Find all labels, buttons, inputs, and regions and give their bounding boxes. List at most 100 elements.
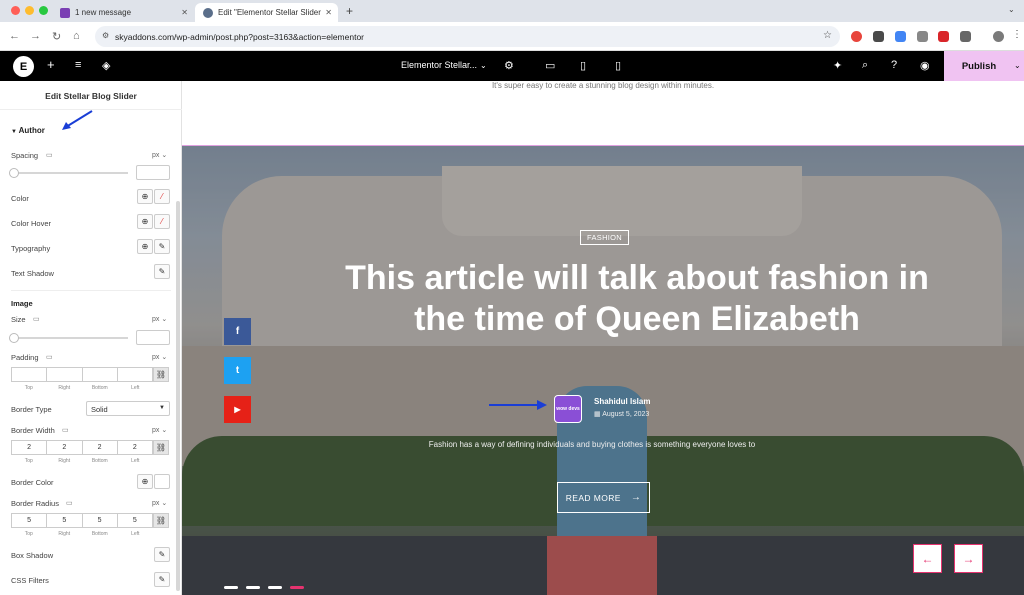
- color-hover-picker-button[interactable]: ⁄: [154, 214, 170, 229]
- color-picker-button[interactable]: ⁄: [154, 189, 170, 204]
- site-info-icon[interactable]: ⚙: [102, 31, 109, 40]
- desktop-responsive-icon[interactable]: ▭: [46, 353, 53, 361]
- puzzle-extension-icon[interactable]: [960, 31, 971, 42]
- slider-knob[interactable]: [9, 168, 19, 178]
- size-unit-select[interactable]: px ⌄: [152, 315, 167, 323]
- edit-pencil-icon[interactable]: ✎: [154, 239, 170, 254]
- border-radius-right-input[interactable]: 5: [46, 513, 82, 528]
- border-radius-left-input[interactable]: 5: [116, 513, 153, 528]
- link-values-icon[interactable]: ⛓: [153, 513, 169, 528]
- menu-dots-icon[interactable]: ⋮: [1012, 29, 1022, 40]
- border-radius-bottom-input[interactable]: 5: [81, 513, 117, 528]
- structure-layers-icon[interactable]: ◈: [102, 59, 110, 72]
- size-slider[interactable]: [9, 333, 128, 343]
- bookmark-star-icon[interactable]: ☆: [823, 30, 832, 41]
- globe-icon[interactable]: ⊕: [137, 189, 153, 204]
- translate-extension-icon[interactable]: [895, 31, 906, 42]
- forward-icon[interactable]: →: [30, 30, 41, 42]
- globe-icon[interactable]: ⊕: [137, 214, 153, 229]
- page-settings-gear-icon[interactable]: ⚙: [504, 59, 514, 72]
- add-element-icon[interactable]: +: [47, 57, 55, 72]
- tab-list-chevron-icon[interactable]: ⌄: [1008, 5, 1015, 14]
- spacing-slider[interactable]: [9, 168, 128, 178]
- close-tab-icon[interactable]: ✕: [325, 8, 332, 17]
- tablet-view-icon[interactable]: ▯: [580, 59, 586, 72]
- border-radius-unit-select[interactable]: px ⌄: [152, 499, 167, 507]
- padding-right-input[interactable]: [46, 367, 82, 382]
- page-title[interactable]: Elementor Stellar...: [401, 60, 477, 70]
- publish-options-chevron-icon[interactable]: ⌄: [1014, 51, 1024, 81]
- slide-title[interactable]: This article will talk about fashion in …: [332, 258, 942, 340]
- youtube-icon[interactable]: ▶: [224, 396, 251, 423]
- desktop-view-icon[interactable]: ▭: [545, 59, 555, 72]
- elementor-logo-icon[interactable]: E: [13, 56, 34, 77]
- desktop-responsive-icon[interactable]: ▭: [33, 315, 40, 323]
- url-field[interactable]: ⚙ skyaddons.com/wp-admin/post.php?post=3…: [95, 26, 840, 47]
- prev-slide-button[interactable]: ←: [913, 544, 942, 573]
- minimize-window-button[interactable]: [25, 6, 34, 15]
- border-radius-top-input[interactable]: 5: [11, 513, 47, 528]
- site-settings-icon[interactable]: ≡: [75, 59, 81, 71]
- border-width-inputs[interactable]: 2 2 2 2: [11, 440, 153, 455]
- twitter-icon[interactable]: t: [224, 357, 251, 384]
- edit-pencil-icon[interactable]: ✎: [154, 547, 170, 562]
- mobile-view-icon[interactable]: ▯: [615, 59, 621, 72]
- desktop-responsive-icon[interactable]: ▭: [66, 499, 73, 507]
- back-icon[interactable]: ←: [9, 30, 20, 42]
- publish-button[interactable]: Publish: [944, 51, 1014, 81]
- border-color-swatch[interactable]: [154, 474, 170, 489]
- border-type-select[interactable]: Solid ▼: [86, 401, 170, 416]
- slider-dot[interactable]: [246, 586, 260, 589]
- preview-eye-icon[interactable]: ◉: [920, 59, 930, 72]
- padding-left-input[interactable]: [116, 367, 153, 382]
- author-avatar[interactable]: wow devs: [554, 395, 582, 423]
- new-tab-button[interactable]: +: [346, 4, 353, 18]
- border-width-unit-select[interactable]: px ⌄: [152, 426, 167, 434]
- slider-dot-active[interactable]: [290, 586, 304, 589]
- border-width-top-input[interactable]: 2: [11, 440, 47, 455]
- font-extension-icon[interactable]: [938, 31, 949, 42]
- border-width-right-input[interactable]: 2: [46, 440, 82, 455]
- profile-avatar-icon[interactable]: [993, 31, 1004, 42]
- border-width-bottom-input[interactable]: 2: [81, 440, 117, 455]
- link-values-icon[interactable]: ⛓: [153, 440, 169, 455]
- chrome-extension-icon[interactable]: [851, 31, 862, 42]
- panel-scrollbar[interactable]: [176, 201, 180, 591]
- padding-bottom-input[interactable]: [81, 367, 117, 382]
- spacing-input[interactable]: [136, 165, 170, 180]
- close-tab-icon[interactable]: ✕: [181, 8, 188, 17]
- tab-elementor[interactable]: Edit "Elementor Stellar Slider ✕: [195, 3, 338, 22]
- maximize-window-button[interactable]: [39, 6, 48, 15]
- desktop-responsive-icon[interactable]: ▭: [46, 151, 53, 159]
- shield-extension-icon[interactable]: [873, 31, 884, 42]
- author-name[interactable]: Shahidul Islam: [594, 397, 650, 406]
- slider-dot[interactable]: [224, 586, 238, 589]
- border-width-left-input[interactable]: 2: [116, 440, 153, 455]
- size-input[interactable]: [136, 330, 170, 345]
- author-section-header[interactable]: ▼ Author: [11, 126, 45, 135]
- edit-pencil-icon[interactable]: ✎: [154, 264, 170, 279]
- clip-extension-icon[interactable]: [917, 31, 928, 42]
- padding-inputs[interactable]: [11, 367, 153, 382]
- blog-slider[interactable]: f t ▶ FASHION This article will talk abo…: [182, 145, 1024, 595]
- link-values-icon[interactable]: ⛓: [153, 367, 169, 382]
- search-icon[interactable]: ⌕: [862, 59, 868, 72]
- help-icon[interactable]: ?: [891, 59, 897, 71]
- slider-dot[interactable]: [268, 586, 282, 589]
- chevron-down-icon[interactable]: ⌄: [480, 61, 487, 70]
- slider-knob[interactable]: [9, 333, 19, 343]
- edit-pencil-icon[interactable]: ✎: [154, 572, 170, 587]
- globe-icon[interactable]: ⊕: [137, 474, 153, 489]
- border-radius-inputs[interactable]: 5 5 5 5: [11, 513, 153, 528]
- padding-top-input[interactable]: [11, 367, 47, 382]
- spacing-unit-select[interactable]: px ⌄: [152, 151, 167, 159]
- read-more-button[interactable]: READ MORE →: [557, 482, 650, 513]
- reload-icon[interactable]: ↻: [52, 30, 61, 43]
- notifications-icon[interactable]: ✦: [833, 59, 842, 72]
- home-icon[interactable]: ⌂: [73, 30, 80, 42]
- tab-messages[interactable]: 1 new message ✕: [52, 3, 194, 22]
- facebook-icon[interactable]: f: [224, 318, 251, 345]
- category-badge[interactable]: FASHION: [580, 230, 630, 245]
- padding-unit-select[interactable]: px ⌄: [152, 353, 167, 361]
- close-window-button[interactable]: [11, 6, 20, 15]
